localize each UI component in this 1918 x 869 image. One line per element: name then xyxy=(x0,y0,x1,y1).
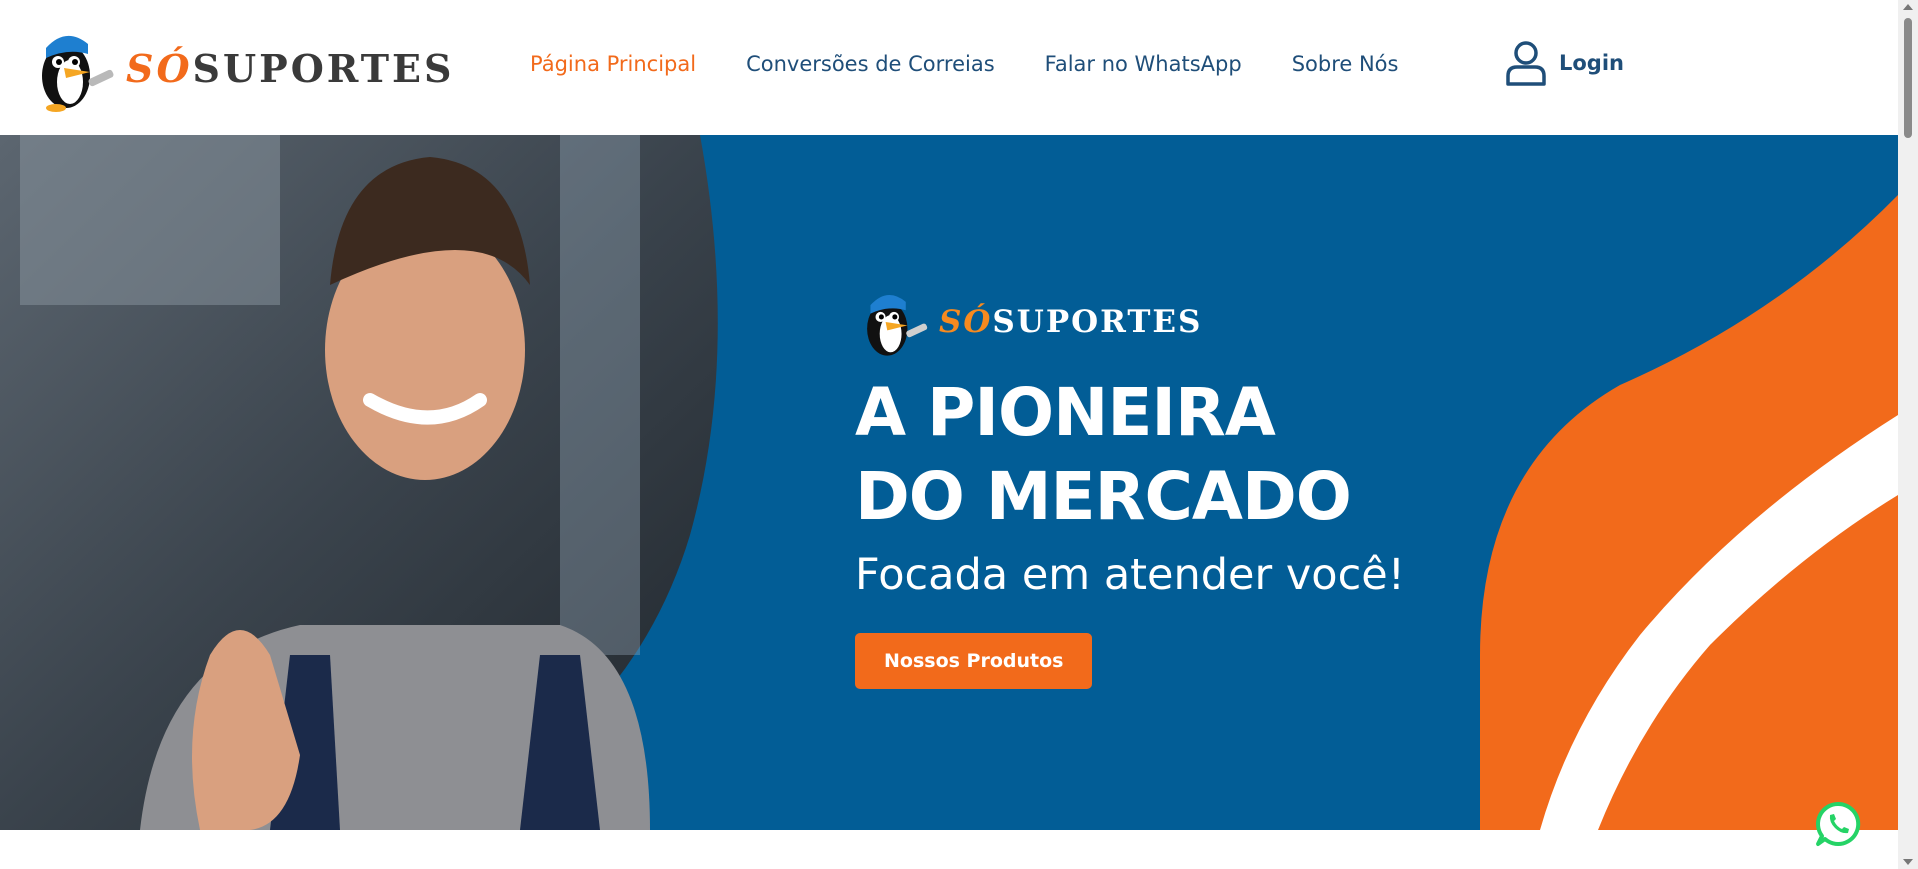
login-label: Login xyxy=(1559,51,1624,75)
hero-subheadline: Focada em atender você! xyxy=(855,550,1405,600)
brand-suportes: SUPORTES xyxy=(192,45,455,91)
user-icon xyxy=(1506,41,1546,86)
penguin-mascot-icon xyxy=(42,35,114,112)
our-products-button[interactable]: Nossos Produtos xyxy=(855,633,1093,689)
nav-whatsapp[interactable]: Falar no WhatsApp xyxy=(1045,52,1242,76)
whatsapp-float-button[interactable] xyxy=(1814,800,1862,848)
scroll-up-arrow-icon[interactable] xyxy=(1903,4,1913,10)
page-scrollbar[interactable] xyxy=(1898,0,1918,869)
hero-brand-logo: SÓSUPORTES xyxy=(855,285,1555,359)
headline-line-1: A PIONEIRA xyxy=(855,374,1276,451)
headline-line-2: DO MERCADO xyxy=(855,458,1352,535)
scroll-down-arrow-icon[interactable] xyxy=(1903,859,1913,865)
hero-brand-wordmark: SÓSUPORTES xyxy=(939,304,1202,340)
hero-brand-so: SÓ xyxy=(939,304,993,340)
nav-home[interactable]: Página Principal xyxy=(530,52,696,76)
brand-wordmark: SÓSUPORTES xyxy=(126,46,454,91)
nav-belt-conversions[interactable]: Conversões de Correias xyxy=(746,52,995,76)
hero-content: SÓSUPORTES A PIONEIRA DO MERCADO Focada … xyxy=(855,285,1555,689)
hero-headline: A PIONEIRA DO MERCADO xyxy=(855,371,1555,539)
nav-about[interactable]: Sobre Nós xyxy=(1292,52,1399,76)
scrollbar-thumb[interactable] xyxy=(1904,18,1912,138)
penguin-mascot-icon xyxy=(867,295,928,356)
whatsapp-icon xyxy=(1816,801,1861,846)
brand-so: SÓ xyxy=(126,45,193,91)
login-button[interactable]: Login xyxy=(1505,40,1624,86)
main-nav: Página Principal Conversões de Correias … xyxy=(530,52,1448,76)
site-header: SÓSUPORTES Página Principal Conversões d… xyxy=(0,0,1898,135)
hero-brand-suportes: SUPORTES xyxy=(992,304,1203,340)
brand-logo[interactable]: SÓSUPORTES xyxy=(28,24,454,112)
hero-banner: SÓSUPORTES A PIONEIRA DO MERCADO Focada … xyxy=(0,135,1898,830)
